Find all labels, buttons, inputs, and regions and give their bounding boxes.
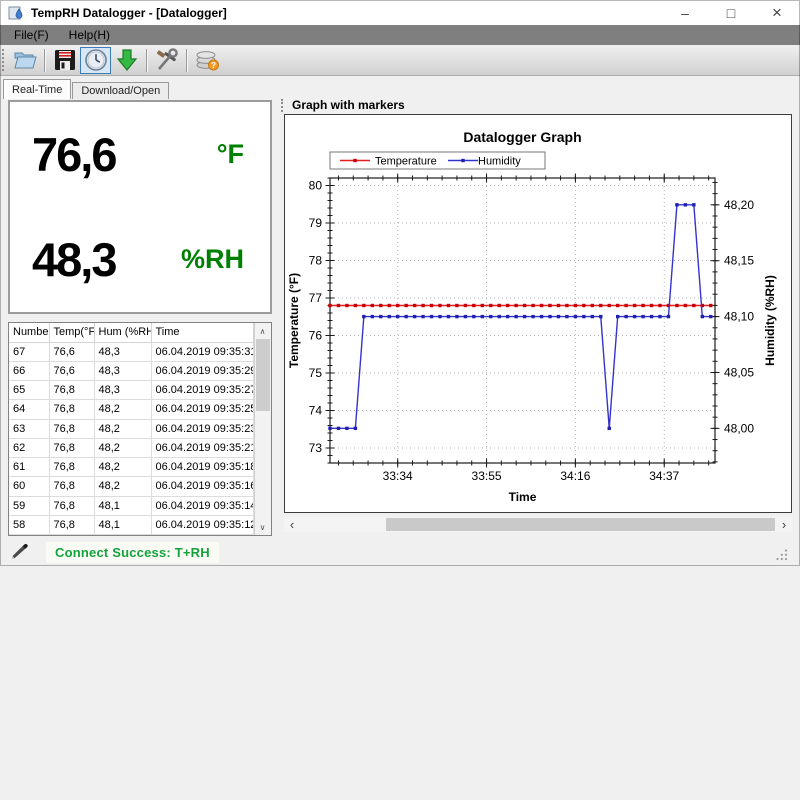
table-row[interactable]: 6176,848,206.04.2019 09:35:18 (9, 458, 253, 477)
title-bar: TempRH Datalogger - [Datalogger] – □ × (0, 0, 800, 25)
table-scrollbar[interactable]: ∧ ∨ (254, 323, 271, 535)
datalogger-chart: 73 74 75 76 77 78 79 80 48,00 48,05 48,10 48,15 48,2… (285, 115, 791, 512)
settings-button[interactable] (151, 47, 182, 74)
tools-icon (155, 48, 179, 72)
menu-file[interactable]: File(F) (4, 25, 59, 45)
svg-text:Datalogger Graph: Datalogger Graph (463, 129, 581, 145)
humidity-unit: %RH (181, 244, 244, 275)
table-row[interactable]: 5976,848,106.04.2019 09:35:14 (9, 496, 253, 515)
svg-text:48,10: 48,10 (724, 310, 754, 324)
column-header[interactable]: Number (9, 323, 49, 342)
svg-text:33:55: 33:55 (472, 469, 502, 483)
status-message: Connect Success: T+RH (46, 542, 219, 563)
svg-text:76: 76 (309, 329, 323, 343)
svg-text:48,20: 48,20 (724, 198, 754, 212)
download-button[interactable] (111, 47, 142, 74)
svg-text:Time: Time (509, 490, 537, 504)
app-icon (8, 5, 24, 21)
svg-text:48,05: 48,05 (724, 365, 754, 379)
connect-button[interactable]: ? (191, 47, 222, 74)
scroll-up-icon[interactable]: ∧ (255, 323, 271, 339)
table-row[interactable]: 6676,648,306.04.2019 09:35:29 (9, 361, 253, 380)
svg-text:80: 80 (309, 179, 323, 193)
maximize-button[interactable]: □ (708, 0, 754, 25)
column-header[interactable]: Time (151, 323, 253, 342)
tab-real-time[interactable]: Real-Time (3, 79, 71, 99)
table-row[interactable]: 6376,848,206.04.2019 09:35:23 (9, 419, 253, 438)
temperature-value: 76,6 (32, 127, 115, 182)
resize-grip[interactable] (775, 548, 788, 561)
table-row[interactable]: 6576,848,306.04.2019 09:35:27 (9, 381, 253, 400)
svg-text:34:37: 34:37 (649, 469, 679, 483)
svg-text:48,15: 48,15 (724, 254, 754, 268)
download-arrow-icon (115, 48, 139, 72)
app-window: TempRH Datalogger - [Datalogger] – □ × F… (0, 0, 800, 800)
svg-text:Humidity: Humidity (478, 156, 521, 168)
readings-table-body: 6776,648,306.04.2019 09:35:316676,648,30… (9, 342, 253, 535)
svg-text:?: ? (210, 60, 215, 70)
svg-text:79: 79 (309, 216, 323, 230)
svg-text:33:34: 33:34 (383, 469, 413, 483)
table-scrollbar-thumb[interactable] (256, 339, 270, 411)
tab-download-open[interactable]: Download/Open (72, 82, 169, 99)
svg-text:77: 77 (309, 291, 323, 305)
svg-text:73: 73 (309, 441, 323, 455)
save-floppy-icon (54, 49, 76, 71)
tab-strip: Real-Time Download/Open (3, 79, 170, 99)
humidity-readout: 48,3 %RH (10, 207, 270, 312)
clock-icon (84, 48, 108, 72)
folder-icon (13, 49, 37, 71)
svg-text:75: 75 (309, 366, 323, 380)
toolbar-separator (186, 49, 187, 72)
toolbar-grip[interactable] (2, 49, 6, 71)
table-row[interactable]: 6476,848,206.04.2019 09:35:25 (9, 400, 253, 419)
column-header[interactable]: Temp(°F) (49, 323, 94, 342)
svg-text:Temperature: Temperature (375, 156, 437, 168)
pen-icon (10, 543, 30, 561)
table-row[interactable]: 6776,648,306.04.2019 09:35:31 (9, 342, 253, 361)
realtime-readout-panel: 76,6 °F 48,3 %RH (8, 100, 272, 314)
scroll-left-icon[interactable]: ‹ (284, 517, 300, 532)
temperature-unit: °F (217, 139, 244, 170)
svg-text:Temperature (°F): Temperature (°F) (287, 273, 301, 368)
readings-table: NumberTemp(°F)Hum (%RH)Time 6776,648,306… (9, 323, 254, 535)
graph-hscrollbar[interactable]: ‹ › (284, 517, 792, 532)
realtime-button[interactable] (80, 47, 111, 74)
database-help-icon: ? (194, 48, 220, 72)
window-title: TempRH Datalogger - [Datalogger] (31, 6, 227, 20)
svg-text:34:16: 34:16 (560, 469, 590, 483)
toolbar-separator (44, 49, 45, 72)
open-button[interactable] (9, 47, 40, 74)
graph-splitter-grip[interactable] (281, 99, 283, 112)
table-row[interactable]: 5876,848,106.04.2019 09:35:12 (9, 515, 253, 534)
graph-panel-title: Graph with markers (292, 98, 405, 112)
chart-container: 73 74 75 76 77 78 79 80 48,00 48,05 48,10 48,15 48,2… (284, 114, 792, 513)
table-row[interactable]: 6276,848,206.04.2019 09:35:21 (9, 438, 253, 457)
svg-text:Humidity (%RH): Humidity (%RH) (763, 275, 777, 366)
humidity-value: 48,3 (32, 232, 115, 287)
table-header-row: NumberTemp(°F)Hum (%RH)Time (9, 323, 253, 342)
toolbar: ? (0, 45, 800, 76)
toolbar-separator (146, 49, 147, 72)
column-header[interactable]: Hum (%RH) (94, 323, 151, 342)
graph-hscrollbar-thumb[interactable] (386, 518, 775, 531)
close-button[interactable]: × (754, 0, 800, 25)
svg-text:78: 78 (309, 254, 323, 268)
table-row[interactable]: 6076,848,206.04.2019 09:35:16 (9, 477, 253, 496)
temperature-readout: 76,6 °F (10, 102, 270, 207)
menu-bar: File(F) Help(H) (0, 25, 800, 45)
scroll-right-icon[interactable]: › (776, 517, 792, 532)
save-button[interactable] (49, 47, 80, 74)
readings-table-panel: NumberTemp(°F)Hum (%RH)Time 6776,648,306… (8, 322, 272, 536)
minimize-button[interactable]: – (662, 0, 708, 25)
svg-text:74: 74 (309, 404, 323, 418)
svg-text:48,00: 48,00 (724, 421, 754, 435)
scroll-down-icon[interactable]: ∨ (255, 519, 271, 535)
menu-help[interactable]: Help(H) (59, 25, 120, 45)
status-bar: Connect Success: T+RH (0, 538, 800, 566)
